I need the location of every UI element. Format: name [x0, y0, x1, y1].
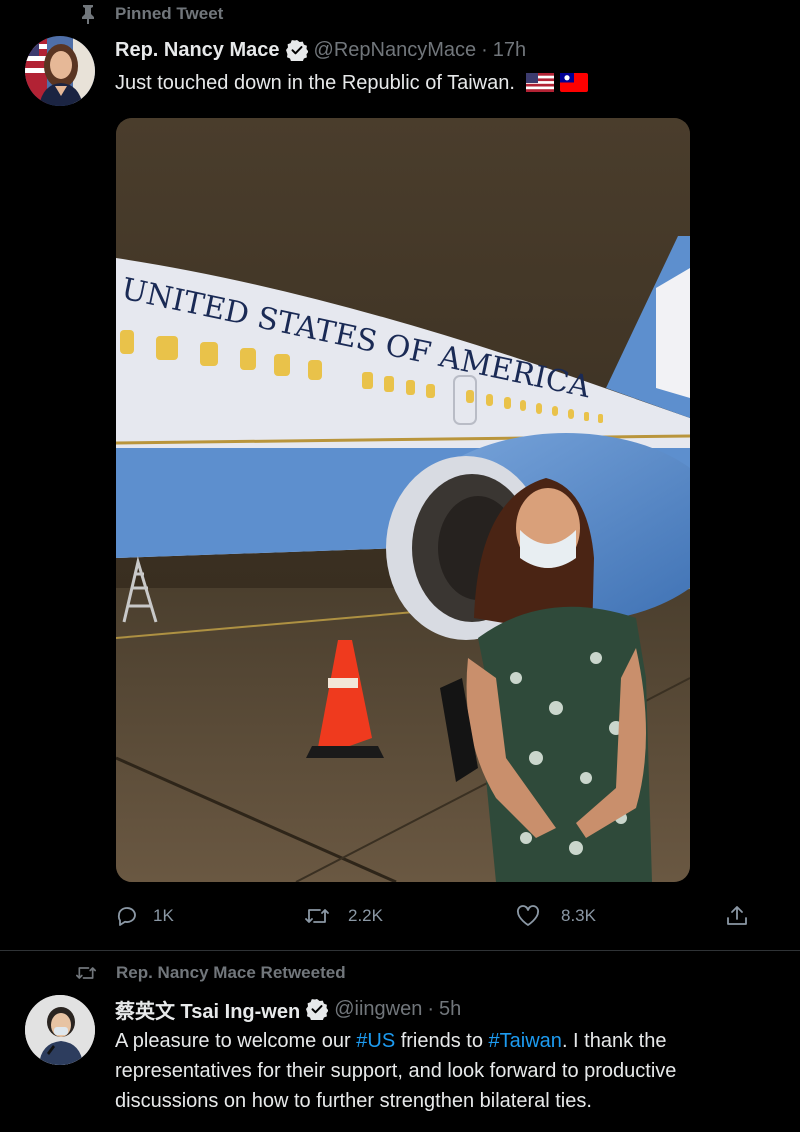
retweet-icon [303, 904, 331, 928]
verified-badge-icon [306, 998, 329, 1020]
heart-icon [515, 904, 541, 928]
retweeted-tweet[interactable]: Rep. Nancy Mace Retweeted 蔡英文 Tsai Ing-w… [0, 951, 800, 1132]
tweet-actions: 1K 2.2K 8.3K [115, 896, 755, 936]
retweet-button[interactable]: 2.2K [303, 904, 383, 928]
author-name[interactable]: 蔡英文 Tsai Ing-wen [115, 995, 300, 1024]
tweet-text: Just touched down in the Republic of Tai… [115, 68, 780, 101]
like-count: 8.3K [561, 906, 596, 925]
avatar[interactable] [25, 36, 95, 106]
retweet-count: 2.2K [348, 906, 383, 925]
tweet-text-content: Just touched down in the Republic of Tai… [115, 72, 515, 94]
retweet-context-icon [74, 963, 98, 983]
separator-dot: · [481, 38, 488, 61]
author-handle[interactable]: @iingwen [334, 998, 422, 1021]
share-button[interactable] [724, 903, 750, 929]
tweet-text: A pleasure to welcome our #US friends to… [115, 1026, 780, 1116]
hashtag-link[interactable]: #Taiwan [489, 1030, 562, 1052]
tweet-time[interactable]: 5h [439, 998, 461, 1021]
tweet-header: 蔡英文 Tsai Ing-wen @iingwen · 5h [115, 995, 461, 1024]
share-icon [724, 903, 750, 929]
pinned-tweet[interactable]: Pinned Tweet Rep. Nancy Mace @RepNancyMa… [0, 0, 800, 950]
author-name[interactable]: Rep. Nancy Mace [115, 39, 280, 62]
pinned-label: Pinned Tweet [115, 4, 224, 23]
flag-taiwan-icon [560, 71, 589, 101]
hashtag-link[interactable]: #US [356, 1030, 395, 1052]
reply-button[interactable]: 1K [115, 904, 174, 928]
tweet-photo[interactable]: UNITED STATES OF AMERICA [116, 118, 690, 882]
separator-dot: · [427, 997, 434, 1020]
tweet-time[interactable]: 17h [493, 39, 526, 62]
author-handle[interactable]: @RepNancyMace [314, 39, 477, 62]
reply-icon [115, 904, 139, 928]
pin-icon [80, 4, 96, 24]
verified-badge-icon [285, 39, 308, 61]
retweet-context: Rep. Nancy Mace Retweeted [74, 963, 346, 983]
avatar[interactable] [25, 995, 95, 1065]
like-button[interactable]: 8.3K [515, 904, 596, 928]
tweet-text-part: friends to [395, 1030, 489, 1052]
pinned-context: Pinned Tweet [80, 4, 223, 24]
tweet-text-part: A pleasure to welcome our [115, 1030, 357, 1052]
tweet-header: Rep. Nancy Mace @RepNancyMace · 17h [115, 37, 526, 63]
reply-count: 1K [153, 906, 174, 925]
retweet-context-label[interactable]: Rep. Nancy Mace Retweeted [116, 963, 346, 983]
flag-us-icon [526, 71, 555, 101]
